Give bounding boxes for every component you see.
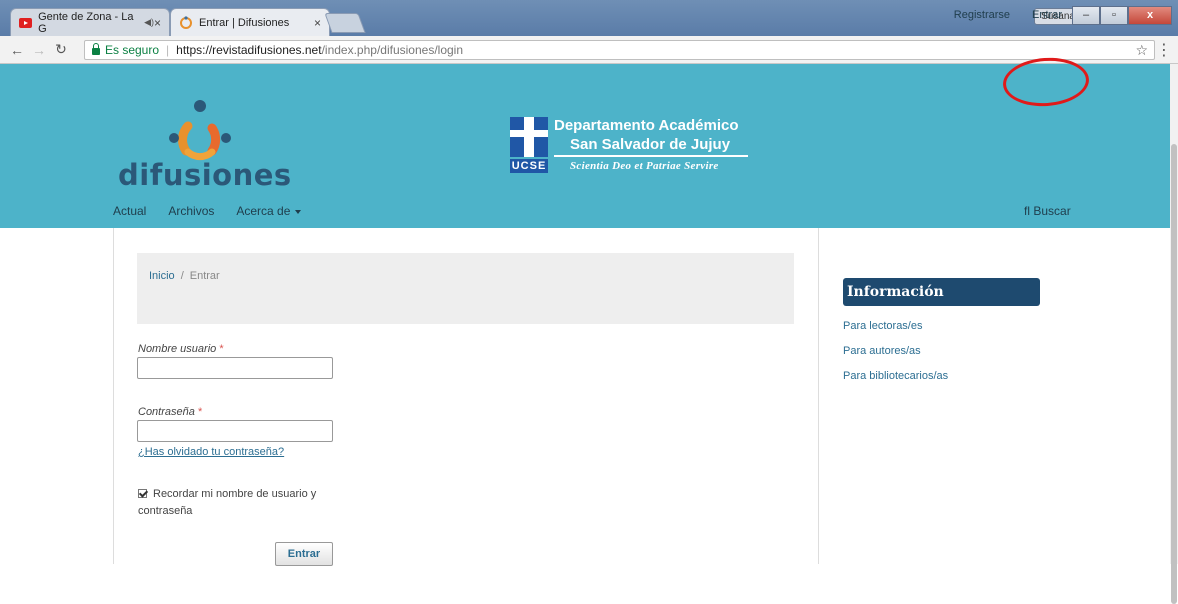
password-label: Contraseña * <box>138 406 202 418</box>
minimize-button[interactable]: – <box>1072 6 1100 25</box>
address-bar[interactable]: Es seguro | https://revistadifusiones.ne… <box>84 40 1155 60</box>
reload-icon[interactable]: ↻ <box>50 41 72 58</box>
breadcrumb-home[interactable]: Inicio <box>149 270 175 282</box>
youtube-icon <box>19 17 33 28</box>
lock-icon <box>92 43 100 55</box>
site-logo-text[interactable]: difusiones <box>118 158 292 192</box>
speaker-icon[interactable]: ◀) <box>144 17 154 28</box>
username-label-text: Nombre usuario <box>138 343 217 355</box>
secure-label: Es seguro <box>105 43 160 57</box>
login-link[interactable]: Entrar <box>1032 9 1062 21</box>
remember-label: Recordar mi nombre de usuario y contrase… <box>138 488 317 517</box>
close-tab-icon[interactable]: × <box>314 16 321 30</box>
dept-title: Departamento Académico <box>554 117 739 134</box>
close-tab-icon[interactable]: × <box>154 16 161 30</box>
scrollbar[interactable] <box>1170 64 1178 604</box>
nav-about-label: Acerca de <box>236 204 291 218</box>
forgot-password-link[interactable]: ¿Has olvidado tu contraseña? <box>138 446 284 458</box>
ucse-label: UCSE <box>510 159 548 173</box>
breadcrumb-current: Entrar <box>189 270 220 282</box>
remember-me[interactable]: Recordar mi nombre de usuario y contrase… <box>138 486 358 520</box>
search-label: Buscar <box>1033 204 1071 218</box>
browser-menu-icon[interactable]: ⋮ <box>1156 40 1172 60</box>
browser-toolbar: ← → ↻ Es seguro | https://revistadifusio… <box>0 36 1178 64</box>
user-nav: Registrarse Entrar <box>954 9 1062 21</box>
dept-motto: Scientia Deo et Patriae Servire <box>570 160 719 172</box>
difusiones-favicon-icon <box>179 15 193 29</box>
register-link[interactable]: Registrarse <box>954 9 1010 21</box>
sidebar-title: Información <box>843 278 1040 306</box>
browser-tab-youtube[interactable]: Gente de Zona - La G ◀) × <box>10 8 170 36</box>
new-tab-button[interactable] <box>324 13 366 33</box>
search-icon: ﬂ <box>1024 204 1030 218</box>
nav-about[interactable]: Acerca de <box>236 204 302 218</box>
breadcrumb: Inicio / Entrar <box>137 253 794 324</box>
department-banner: UCSE Departamento Académico San Salvador… <box>510 117 750 183</box>
scrollbar-thumb[interactable] <box>1171 144 1177 604</box>
nav-archives[interactable]: Archivos <box>168 204 214 218</box>
main-nav: Actual Archivos Acerca de <box>113 204 302 218</box>
remember-checkbox[interactable] <box>138 489 147 498</box>
password-label-text: Contraseña <box>138 406 195 418</box>
tab-title: Gente de Zona - La G <box>38 10 134 35</box>
sidebar-link-readers[interactable]: Para lectoras/es <box>843 320 922 332</box>
bookmark-star-icon[interactable]: ☆ <box>1135 42 1148 59</box>
url-path: /index.php/difusiones/login <box>321 43 464 57</box>
username-input[interactable] <box>137 357 333 379</box>
password-input[interactable] <box>137 420 333 442</box>
sidebar-link-librarians[interactable]: Para bibliotecarios/as <box>843 370 948 382</box>
forward-arrow-icon[interactable]: → <box>28 42 50 58</box>
search-link[interactable]: ﬂ Buscar <box>1024 204 1071 218</box>
url-host: https://revistadifusiones.net <box>176 43 322 57</box>
breadcrumb-separator: / <box>180 270 184 282</box>
ucse-cross-icon <box>510 117 548 157</box>
nav-current[interactable]: Actual <box>113 204 146 218</box>
sidebar-link-authors[interactable]: Para autores/as <box>843 345 921 357</box>
required-mark: * <box>197 406 203 418</box>
close-window-button[interactable]: x <box>1128 6 1172 25</box>
maximize-button[interactable]: ▫ <box>1100 6 1128 25</box>
tab-title: Entrar | Difusiones <box>199 16 290 29</box>
address-separator: | <box>166 43 170 57</box>
dept-divider <box>554 155 748 157</box>
caret-down-icon <box>295 209 302 214</box>
login-submit-button[interactable]: Entrar <box>275 542 333 566</box>
back-arrow-icon[interactable]: ← <box>6 42 28 58</box>
required-mark: * <box>219 343 224 355</box>
dept-location: San Salvador de Jujuy <box>570 136 731 153</box>
username-label: Nombre usuario * <box>138 343 224 355</box>
window-controls: – ▫ x <box>1072 6 1172 25</box>
browser-tab-login[interactable]: Entrar | Difusiones × <box>170 8 330 36</box>
